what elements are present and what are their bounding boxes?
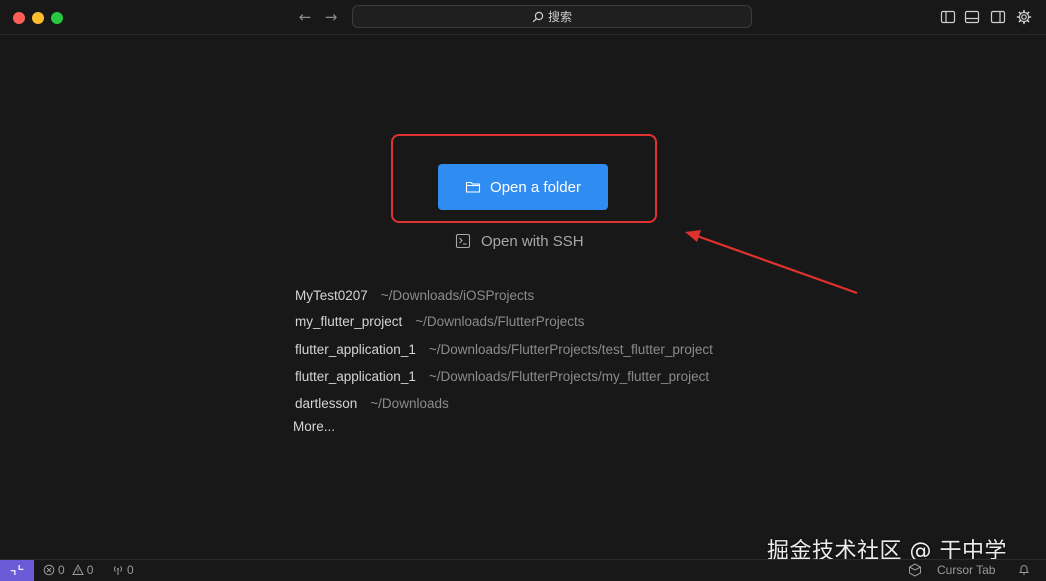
zoom-window-button[interactable] <box>51 12 63 24</box>
terminal-icon <box>455 233 471 249</box>
open-with-ssh-label: Open with SSH <box>481 232 584 250</box>
arrow-right-icon[interactable]: → <box>322 8 340 26</box>
arrow-left-icon[interactable]: ← <box>296 8 314 26</box>
title-bar: ← → 搜索 <box>0 0 1046 35</box>
close-window-button[interactable] <box>13 12 25 24</box>
recent-project-path: ~/Downloads/iOSProjects <box>380 288 535 303</box>
toggle-secondary-sidebar-icon[interactable] <box>990 9 1006 25</box>
remote-icon <box>10 563 24 580</box>
recent-project-item[interactable]: my_flutter_project ~/Downloads/FlutterPro… <box>295 312 585 332</box>
settings-gear-icon[interactable] <box>1016 9 1032 25</box>
recent-project-name: flutter_application_1 <box>295 369 416 384</box>
recent-project-item[interactable]: MyTest0207 ~/Downloads/iOSProjects <box>295 286 534 306</box>
folder-icon <box>465 180 481 194</box>
recent-project-path: ~/Downloads <box>370 396 449 411</box>
notifications-bell-icon[interactable] <box>1018 563 1030 575</box>
recent-project-name: MyTest0207 <box>295 288 368 303</box>
cursor-tab-indicator[interactable]: Cursor Tab <box>908 563 995 577</box>
ports-indicator[interactable]: 0 <box>112 563 134 577</box>
more-recent-projects-link[interactable]: More... <box>293 419 335 434</box>
recent-project-name: dartlesson <box>295 396 358 411</box>
recent-project-item[interactable]: flutter_application_1 ~/Downloads/Flutter… <box>295 367 709 387</box>
recent-project-path: ~/Downloads/FlutterProjects <box>415 314 585 329</box>
error-icon <box>43 564 55 576</box>
cursor-logo-icon <box>908 563 922 577</box>
command-center-search[interactable]: 搜索 <box>352 5 752 28</box>
recent-project-path: ~/Downloads/FlutterProjects/my_flutter_p… <box>428 369 710 384</box>
cursor-tab-label: Cursor Tab <box>937 563 996 577</box>
cursor-window: ← → 搜索 Open a folder Open with SSH MyTes… <box>0 0 1046 581</box>
recent-project-item[interactable]: flutter_application_1 ~/Downloads/Flutter… <box>295 340 713 360</box>
recent-project-item[interactable]: dartlesson ~/Downloads <box>295 394 449 414</box>
recent-project-name: flutter_application_1 <box>295 342 416 357</box>
open-folder-label: Open a folder <box>490 178 581 196</box>
recent-project-name: my_flutter_project <box>295 314 403 329</box>
search-label: 搜索 <box>547 10 572 24</box>
minimize-window-button[interactable] <box>32 12 44 24</box>
recent-project-path: ~/Downloads/FlutterProjects/test_flutter… <box>428 342 713 357</box>
search-icon <box>532 11 544 23</box>
problems-indicator[interactable]: 0 0 <box>43 563 93 577</box>
open-folder-button[interactable]: Open a folder <box>438 164 608 210</box>
warnings-count: 0 <box>86 563 94 577</box>
open-with-ssh-link[interactable]: Open with SSH <box>455 231 584 251</box>
toggle-panel-icon[interactable] <box>964 9 980 25</box>
toggle-primary-sidebar-icon[interactable] <box>940 9 956 25</box>
ports-count: 0 <box>127 563 134 577</box>
warning-icon <box>71 564 84 576</box>
errors-count: 0 <box>58 563 65 577</box>
status-bar: 0 0 0 Cursor Tab <box>0 559 1046 581</box>
broadcast-icon <box>112 564 124 576</box>
remote-indicator-button[interactable] <box>0 560 34 581</box>
